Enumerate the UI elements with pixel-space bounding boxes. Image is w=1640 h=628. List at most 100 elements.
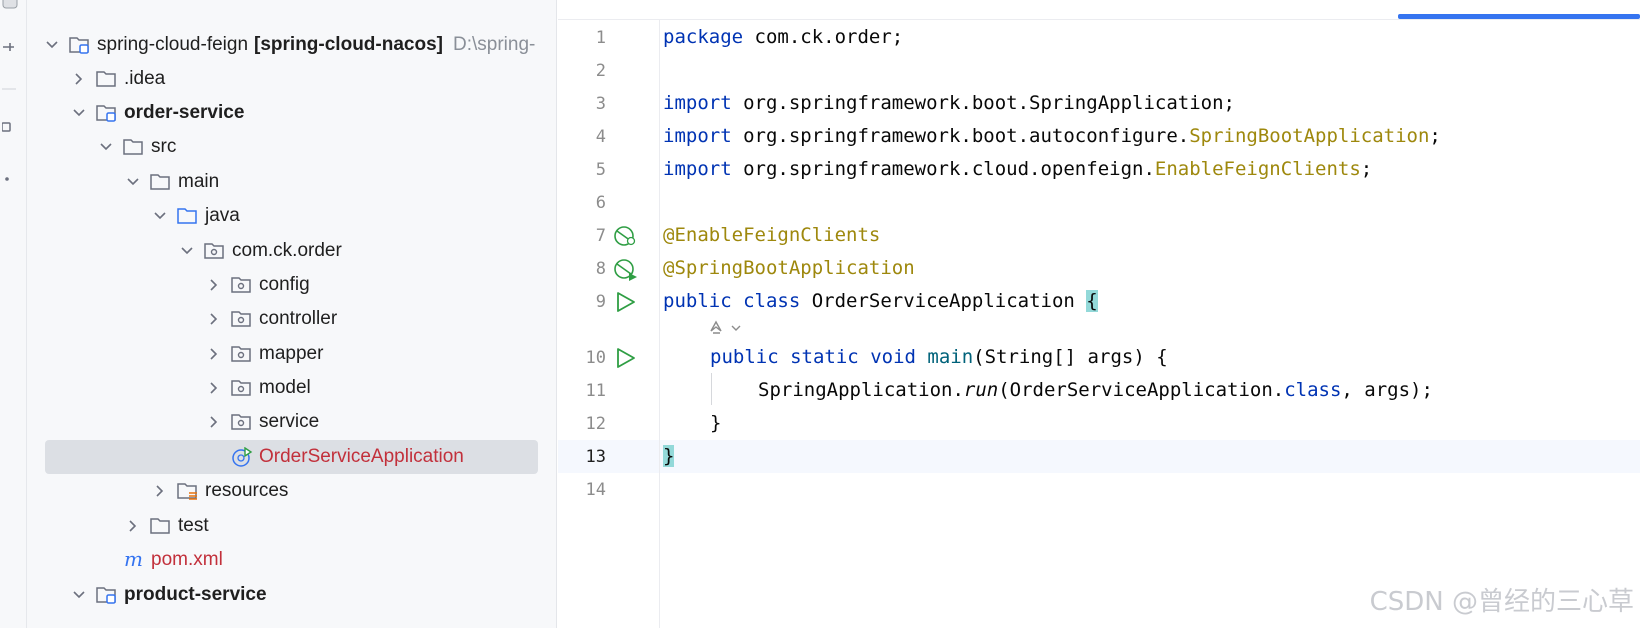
code-token: void xyxy=(870,346,916,368)
chevron-right-icon[interactable] xyxy=(207,312,221,326)
feign-clients-gutter-icon[interactable] xyxy=(613,223,639,249)
tree-item-model[interactable]: model xyxy=(45,371,538,405)
tree-item-pom-xml[interactable]: m pom.xml xyxy=(45,543,538,577)
tree-item-order-service[interactable]: order-service xyxy=(45,96,538,130)
line-number: 14 xyxy=(585,480,606,500)
code-token: (String[] args) { xyxy=(973,346,1168,368)
tree-item-product-service[interactable]: product-service xyxy=(45,578,538,612)
code-line-8: @SpringBootApplication xyxy=(663,257,915,279)
line-number: 9 xyxy=(595,292,606,312)
tree-item-path: D:\spring- xyxy=(452,34,536,55)
matched-brace: { xyxy=(1086,290,1098,312)
tree-item-label: config xyxy=(259,274,310,295)
spring-boot-gutter-icon[interactable] xyxy=(613,256,639,282)
tree-item-label: java xyxy=(205,205,240,226)
divider-icon xyxy=(2,80,20,98)
line-number-current: 13 xyxy=(585,447,606,467)
code-token: class xyxy=(1284,379,1342,401)
tool-window-strip xyxy=(0,0,27,628)
code-line-10: public static void main(String[] args) { xyxy=(710,346,1168,368)
tree-item-label: mapper xyxy=(259,343,324,364)
structure-icon[interactable] xyxy=(1,118,20,136)
tree-item-controller[interactable]: controller xyxy=(45,302,538,336)
tree-item-main[interactable]: main xyxy=(45,165,538,199)
chevron-right-icon[interactable] xyxy=(207,381,221,395)
module-folder-icon xyxy=(96,585,118,605)
code-token: import xyxy=(663,158,732,180)
code-token: com.ck.order; xyxy=(743,26,904,48)
module-folder-icon xyxy=(96,103,118,123)
code-token: OrderServiceApplication xyxy=(800,290,1087,312)
tree-item-label: src xyxy=(151,136,177,157)
project-icon[interactable] xyxy=(2,0,20,12)
folder-icon xyxy=(150,516,172,536)
code-token: public xyxy=(710,346,779,368)
package-icon xyxy=(231,275,253,295)
tree-item-src[interactable]: src xyxy=(45,130,538,164)
run-class-icon[interactable] xyxy=(613,289,639,315)
tree-item-label: order-service xyxy=(124,102,245,123)
chevron-right-icon[interactable] xyxy=(207,347,221,361)
code-token: SpringBootApplication xyxy=(1189,125,1430,147)
tree-item-service[interactable]: service xyxy=(45,405,538,439)
tree-item-order-service-application[interactable]: OrderServiceApplication xyxy=(45,440,538,474)
indent-guide xyxy=(711,373,712,405)
run-main-icon[interactable] xyxy=(613,345,639,371)
line-number: 4 xyxy=(595,127,606,147)
tree-item-label: com.ck.order xyxy=(232,240,342,261)
line-number: 12 xyxy=(585,414,606,434)
code-line-3: import org.springframework.boot.SpringAp… xyxy=(663,92,1235,114)
line-number: 10 xyxy=(585,348,606,368)
code-line-13: } xyxy=(663,445,675,467)
tree-root-spring-cloud-feign[interactable]: spring-cloud-feign [spring-cloud-nacos] … xyxy=(45,28,538,62)
maven-icon: m xyxy=(123,550,145,570)
tree-item-label: controller xyxy=(259,308,338,329)
tree-item-test[interactable]: test xyxy=(45,509,538,543)
tree-item-label: test xyxy=(178,515,209,536)
code-editor[interactable]: 1 2 3 4 5 6 7 8 9 10 11 12 13 14 package… xyxy=(558,0,1640,628)
active-tab-indicator xyxy=(1398,14,1640,19)
ai-inlay-hint-icon[interactable] xyxy=(708,318,748,340)
code-line-11: SpringApplication.run(OrderServiceApplic… xyxy=(758,379,1433,401)
chevron-down-icon[interactable] xyxy=(72,588,86,602)
line-number: 7 xyxy=(595,226,606,246)
chevron-right-icon[interactable] xyxy=(126,519,140,533)
code-token: org.springframework.boot.SpringApplicati… xyxy=(731,92,1235,114)
tree-item-label: spring-cloud-feign xyxy=(97,34,249,55)
code-line-5: import org.springframework.cloud.openfei… xyxy=(663,158,1372,180)
matched-brace: } xyxy=(663,445,675,467)
tree-item-java[interactable]: java xyxy=(45,199,538,233)
chevron-down-icon[interactable] xyxy=(126,175,140,189)
current-line-highlight xyxy=(558,440,1640,473)
chevron-right-icon[interactable] xyxy=(207,415,221,429)
code-token: import xyxy=(663,125,732,147)
chevron-down-icon[interactable] xyxy=(72,106,86,120)
tree-item-config[interactable]: config xyxy=(45,268,538,302)
code-line-7: @EnableFeignClients xyxy=(663,224,880,246)
commit-icon[interactable] xyxy=(2,38,20,56)
chevron-down-icon[interactable] xyxy=(153,209,167,223)
tree-item-label: main xyxy=(178,171,220,192)
chevron-right-icon[interactable] xyxy=(207,278,221,292)
code-token: package xyxy=(663,26,744,48)
tree-item-resources[interactable]: resources xyxy=(45,474,538,508)
folder-icon xyxy=(150,172,172,192)
gutter-separator xyxy=(659,20,660,628)
tree-item-idea[interactable]: .idea xyxy=(45,62,538,96)
code-line-4: import org.springframework.boot.autoconf… xyxy=(663,125,1441,147)
spring-class-icon xyxy=(231,447,253,467)
chevron-right-icon[interactable] xyxy=(72,72,86,86)
resources-folder-icon xyxy=(177,481,199,501)
tree-item-label: product-service xyxy=(124,584,267,605)
code-token: class xyxy=(743,290,801,312)
more-icon[interactable] xyxy=(2,170,20,188)
tree-item-mapper[interactable]: mapper xyxy=(45,337,538,371)
chevron-down-icon[interactable] xyxy=(99,140,113,154)
chevron-down-icon[interactable] xyxy=(180,244,194,258)
source-folder-icon xyxy=(177,206,199,226)
chevron-right-icon[interactable] xyxy=(153,484,167,498)
tree-item-package-com-ck-order[interactable]: com.ck.order xyxy=(45,234,538,268)
code-token: (OrderServiceApplication. xyxy=(998,379,1285,401)
chevron-down-icon[interactable] xyxy=(45,38,59,52)
package-icon xyxy=(231,344,253,364)
